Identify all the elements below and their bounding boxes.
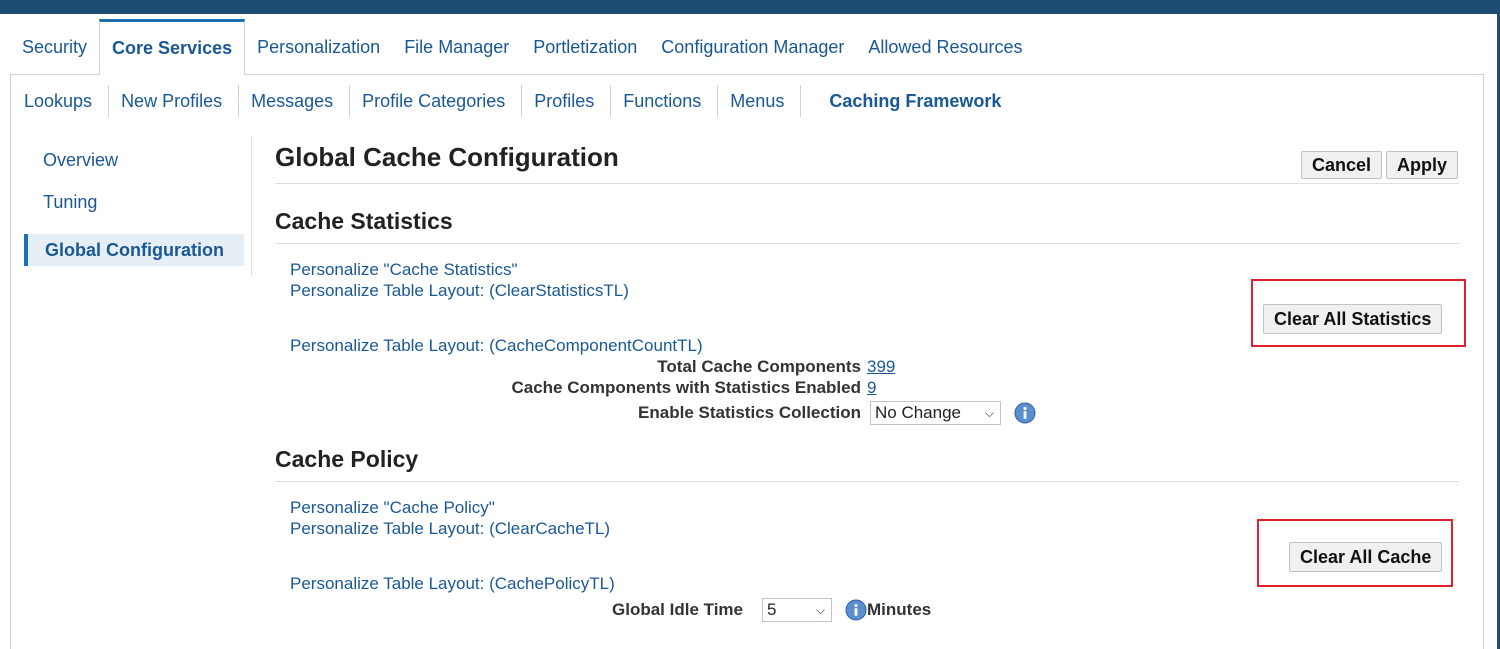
- tab-allowed-resources[interactable]: Allowed Resources: [856, 19, 1034, 75]
- main-tabs: Security Core Services Personalization F…: [10, 19, 1035, 75]
- info-icon[interactable]: [845, 599, 867, 621]
- info-icon[interactable]: [1014, 402, 1036, 424]
- global-idle-time-label: Global Idle Time: [612, 600, 743, 619]
- tab-personalization[interactable]: Personalization: [245, 19, 392, 75]
- subtab-profiles[interactable]: Profiles: [522, 85, 612, 117]
- tab-configuration-manager[interactable]: Configuration Manager: [649, 19, 856, 75]
- clear-all-statistics-button[interactable]: Clear All Statistics: [1263, 304, 1443, 334]
- nav-item-global-configuration[interactable]: Global Configuration: [24, 234, 244, 266]
- subtab-profile-categories[interactable]: Profile Categories: [350, 85, 523, 117]
- chevron-down-icon: ⌵: [815, 603, 825, 617]
- cache-statistics-heading: Cache Statistics: [275, 208, 453, 234]
- personalize-cache-component-count-tl-link[interactable]: Personalize Table Layout: (CacheComponen…: [290, 336, 703, 356]
- page-title: Global Cache Configuration: [275, 142, 619, 172]
- tab-portletization[interactable]: Portletization: [521, 19, 649, 75]
- chevron-down-icon: ⌵: [984, 406, 994, 420]
- enable-statistics-collection-label: Enable Statistics Collection: [638, 403, 861, 422]
- tab-core-services[interactable]: Core Services: [99, 19, 246, 75]
- subtab-new-profiles[interactable]: New Profiles: [109, 85, 240, 117]
- stats-enabled-value[interactable]: 9: [867, 378, 876, 398]
- title-divider: [275, 183, 1459, 184]
- apply-button[interactable]: Apply: [1386, 151, 1459, 179]
- subtab-caching-framework[interactable]: Caching Framework: [801, 85, 1017, 117]
- enable-statistics-collection-value: No Change: [875, 403, 962, 422]
- side-nav: Overview Tuning Global Configuration: [24, 136, 252, 276]
- clear-all-cache-button[interactable]: Clear All Cache: [1289, 542, 1443, 572]
- idle-time-unit-label: Minutes: [867, 600, 932, 619]
- nav-item-tuning[interactable]: Tuning: [24, 186, 244, 218]
- subtab-messages[interactable]: Messages: [239, 85, 351, 117]
- cache-statistics-divider: [275, 243, 1459, 244]
- tab-security[interactable]: Security: [10, 19, 99, 75]
- cancel-button[interactable]: Cancel: [1301, 151, 1383, 179]
- subtab-functions[interactable]: Functions: [611, 85, 719, 117]
- global-idle-time-value: 5: [767, 600, 777, 619]
- total-cache-components-label: Total Cache Components: [657, 357, 861, 376]
- sub-tabs: Lookups New Profiles Messages Profile Ca…: [12, 84, 1017, 118]
- nav-item-overview[interactable]: Overview: [24, 144, 244, 176]
- subtab-menus[interactable]: Menus: [718, 85, 802, 117]
- global-idle-time-select[interactable]: 5 ⌵: [762, 598, 832, 622]
- personalize-clear-cache-tl-link[interactable]: Personalize Table Layout: (ClearCacheTL): [290, 519, 610, 539]
- tab-file-manager[interactable]: File Manager: [392, 19, 521, 75]
- personalize-cache-policy-link[interactable]: Personalize "Cache Policy": [290, 498, 495, 518]
- cache-policy-heading: Cache Policy: [275, 446, 419, 472]
- personalize-clear-statistics-tl-link[interactable]: Personalize Table Layout: (ClearStatisti…: [290, 281, 629, 301]
- personalize-cache-policy-tl-link[interactable]: Personalize Table Layout: (CachePolicyTL…: [290, 574, 615, 594]
- cache-policy-divider: [275, 481, 1459, 482]
- total-cache-components-value[interactable]: 399: [867, 357, 895, 377]
- subtab-lookups[interactable]: Lookups: [12, 85, 110, 117]
- personalize-cache-statistics-link[interactable]: Personalize "Cache Statistics": [290, 260, 518, 280]
- stats-enabled-label: Cache Components with Statistics Enabled: [511, 378, 861, 397]
- enable-statistics-collection-select[interactable]: No Change ⌵: [870, 401, 1001, 425]
- page: Security Core Services Personalization F…: [0, 14, 1497, 649]
